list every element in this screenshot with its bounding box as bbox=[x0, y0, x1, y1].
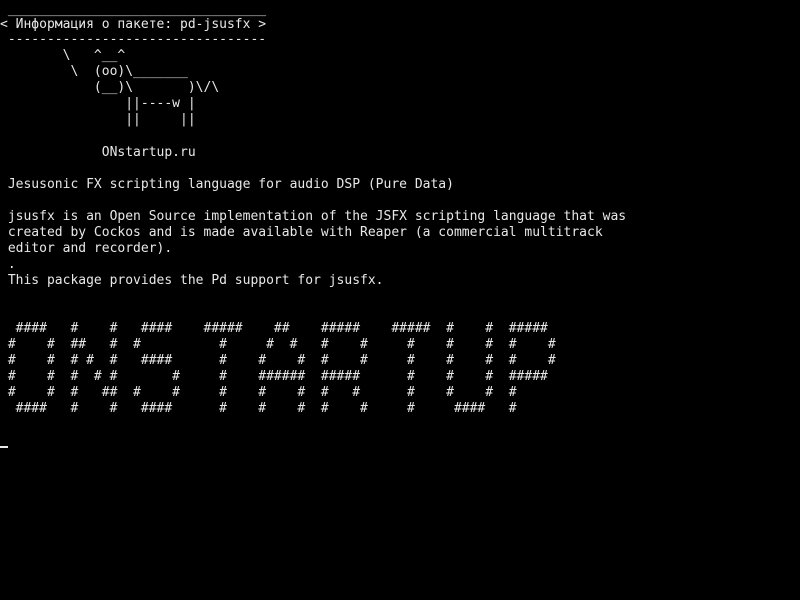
ascii-banner-line: # # # # # #### # # # # # # # # # # bbox=[0, 353, 556, 368]
description-line: . bbox=[0, 257, 16, 272]
ascii-banner-line: # # # # # # # ###### ##### # # # ##### bbox=[0, 369, 548, 384]
description-line: created by Cockos and is made available … bbox=[0, 225, 603, 240]
ascii-banner-line: #### # # #### ##### ## ##### ##### # # #… bbox=[0, 321, 548, 336]
message-border-top: _________________________________ bbox=[0, 2, 267, 17]
description-line: This package provides the Pd support for… bbox=[0, 273, 384, 288]
ascii-banner-line: # # ## # # # # # # # # # # # # bbox=[0, 337, 556, 352]
ascii-banner-line: # # # ## # # # # # # # # # # # bbox=[0, 385, 517, 400]
package-summary: Jesusonic FX scripting language for audi… bbox=[0, 177, 454, 192]
description-line: editor and recorder). bbox=[0, 241, 173, 256]
description-line: jsusfx is an Open Source implementation … bbox=[0, 209, 627, 224]
ascii-banner-line: #### # # #### # # # # # # #### # bbox=[0, 401, 517, 416]
terminal-screen[interactable]: _________________________________ < Инфо… bbox=[0, 0, 800, 600]
site-name: ONstartup.ru bbox=[0, 145, 196, 160]
message-border-bottom: --------------------------------- bbox=[0, 32, 267, 47]
message-title: < Информация о пакете: pd-jsusfx > bbox=[0, 17, 267, 32]
ascii-cow-line: || || bbox=[0, 112, 196, 127]
ascii-cow-line: (__)\ )\/\ bbox=[0, 80, 220, 95]
ascii-cow-line: ||----w | bbox=[0, 96, 196, 111]
text-cursor bbox=[0, 446, 8, 448]
ascii-cow-line: \ ^__^ bbox=[0, 48, 126, 63]
ascii-cow-line: \ (oo)\_______ bbox=[0, 64, 188, 79]
